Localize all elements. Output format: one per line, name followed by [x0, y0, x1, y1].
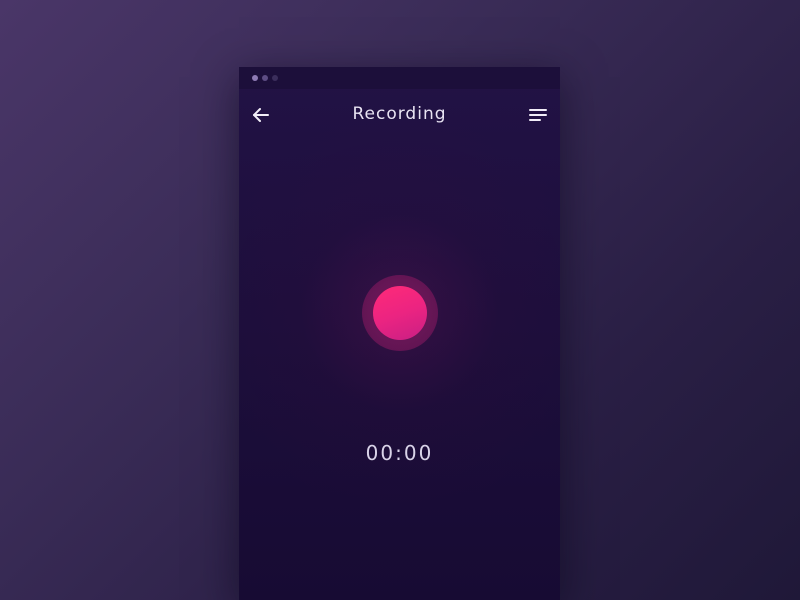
app-window: Recording 00:00 — [239, 67, 560, 600]
record-button[interactable] — [362, 275, 438, 351]
status-dot — [262, 75, 268, 81]
record-icon — [373, 286, 427, 340]
page-title: Recording — [352, 104, 447, 124]
recording-timer: 00:00 — [365, 441, 434, 465]
status-bar — [239, 67, 560, 89]
menu-button[interactable] — [526, 103, 550, 127]
status-dot — [252, 75, 258, 81]
status-dot — [272, 75, 278, 81]
menu-lines-icon — [529, 109, 547, 121]
header-bar: Recording — [239, 89, 560, 141]
